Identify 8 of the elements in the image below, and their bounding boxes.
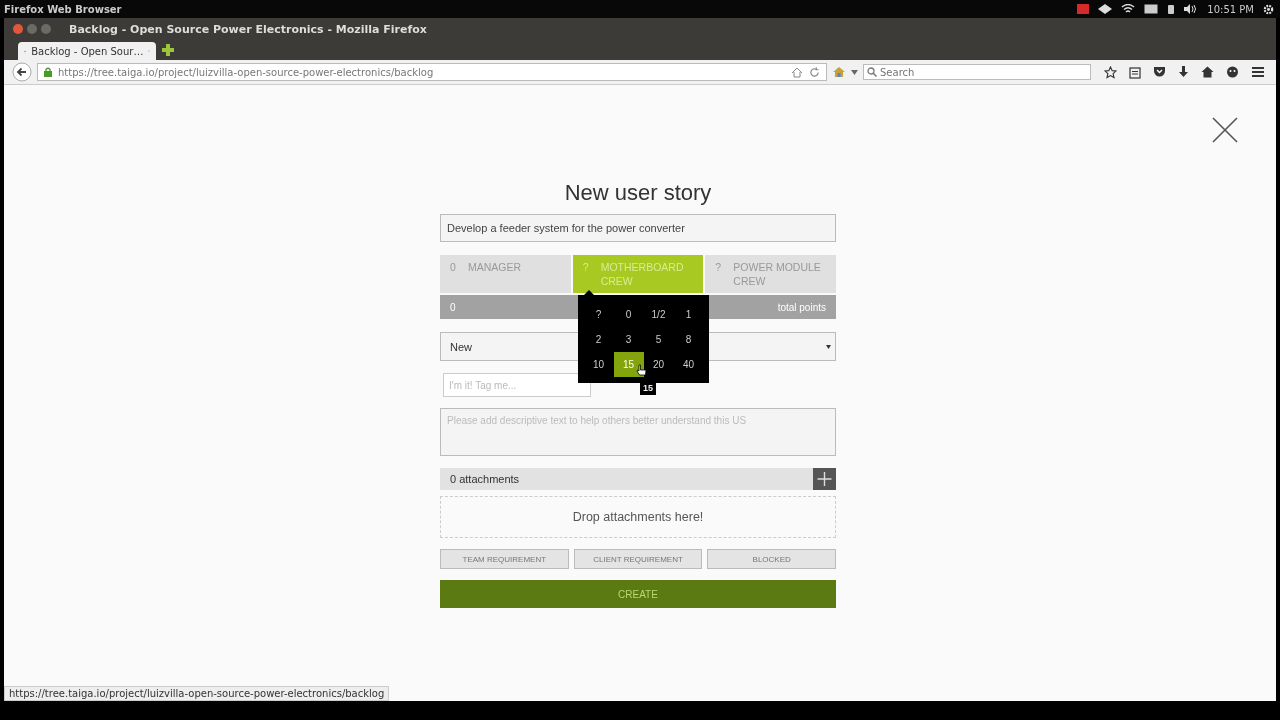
tooltip: 15 (640, 381, 656, 395)
window-title: Backlog - Open Source Power Electronics - Mozilla Firefox (69, 22, 427, 36)
dialog-title: New user story (563, 180, 713, 206)
app-name: Firefox Web Browser (4, 3, 122, 15)
attachments-count: 0 attachments (450, 473, 520, 485)
total-points-value: 0 (450, 301, 456, 313)
status-url: https://tree.taiga.io/project/luizvilla-open-source-power-electronics/backlog (4, 686, 390, 701)
total-points-label: total points (777, 301, 826, 313)
